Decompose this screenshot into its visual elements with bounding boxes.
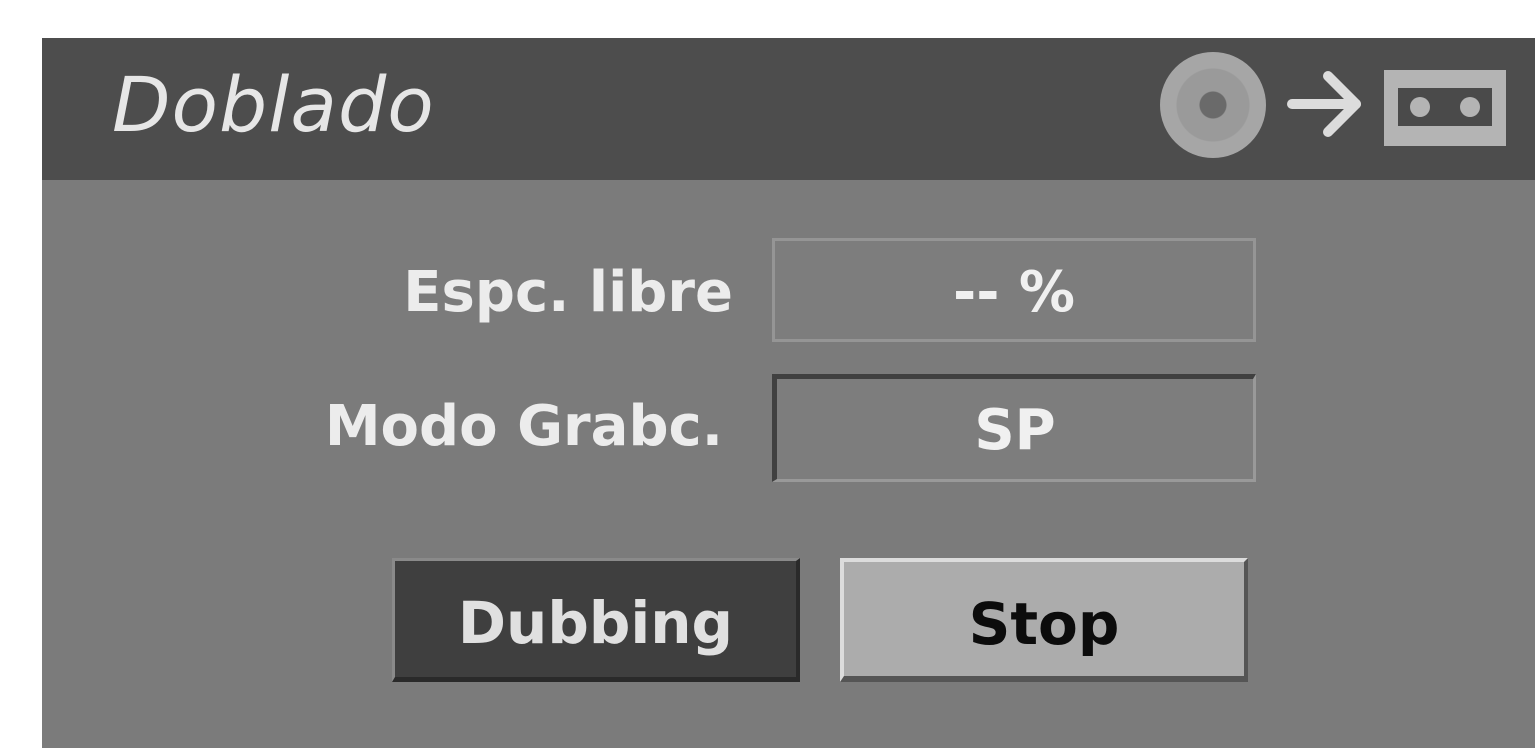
- vhs-tape-icon: [1384, 70, 1506, 146]
- dialog-title: Doblado: [112, 60, 435, 149]
- title-bar: Doblado: [42, 38, 1535, 180]
- arrow-right-icon: [1287, 71, 1361, 137]
- dubbing-dialog: Doblado Espc. libre -- % Modo Grabc. SP …: [42, 38, 1535, 748]
- dubbing-button[interactable]: Dubbing: [392, 558, 800, 682]
- record-mode-selector[interactable]: SP: [772, 374, 1256, 482]
- free-space-value: -- %: [772, 238, 1256, 342]
- record-mode-label: Modo Grabc.: [324, 394, 723, 459]
- disc-icon: [1160, 52, 1266, 158]
- stop-button[interactable]: Stop: [840, 558, 1248, 682]
- free-space-label: Espc. libre: [403, 260, 733, 325]
